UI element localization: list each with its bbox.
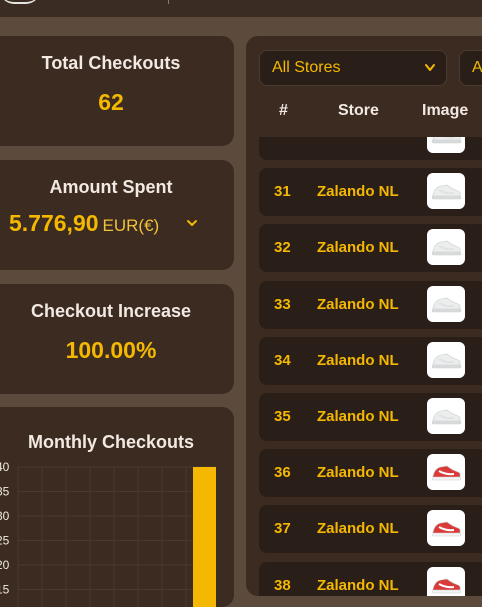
- amount-spent-card: Amount Spent 5.776,90 EUR(€): [0, 160, 234, 270]
- total-checkouts-card: Total Checkouts 62: [0, 36, 234, 146]
- chevron-down-icon: [425, 64, 435, 71]
- y-tick-label: 40: [0, 460, 10, 474]
- table-row[interactable]: 37 Zalando NL: [259, 505, 482, 554]
- row-number: 33: [274, 295, 291, 313]
- table-body[interactable]: 31 Zalando NL 32 Zalando NL 33 Zalando NL 34 Za…: [246, 137, 482, 596]
- row-store: Zalando NL: [317, 408, 399, 425]
- divider: [168, 0, 169, 4]
- total-checkouts-value: 62: [98, 89, 124, 115]
- amount-spent-title: Amount Spent: [49, 177, 173, 197]
- row-number: 37: [274, 520, 291, 538]
- white-sneaker-icon[interactable]: [427, 285, 465, 322]
- y-tick-label: 30: [0, 509, 10, 523]
- red-sneaker-icon[interactable]: [427, 454, 465, 491]
- secondary-filter-value: A: [472, 59, 482, 76]
- white-sneaker-icon[interactable]: [427, 173, 465, 210]
- amount-spent-value: 5.776,90 EUR(€): [9, 210, 159, 237]
- top-bar: [0, 0, 482, 17]
- table-row[interactable]: 34 Zalando NL: [259, 336, 482, 385]
- row-store: Zalando NL: [317, 183, 399, 201]
- y-tick-label: 35: [0, 485, 10, 499]
- column-header-image: Image: [422, 102, 469, 119]
- row-number: 34: [274, 351, 291, 369]
- row-store: Zalando NL: [317, 239, 399, 257]
- monthly-checkouts-card: Monthly Checkouts 403530252015: [0, 407, 234, 607]
- currency-label: EUR(€): [102, 216, 160, 235]
- total-checkouts-title: Total Checkouts: [41, 53, 181, 73]
- monthly-checkouts-chart: 40 35 30 25 20 15: [0, 460, 216, 607]
- row-number: 35: [274, 408, 291, 425]
- table-row[interactable]: 31 Zalando NL: [259, 168, 482, 217]
- checkouts-table-card: All Stores A # Store Image 31 Zalando NL 3…: [246, 36, 482, 596]
- table-row[interactable]: 33 Zalando NL: [259, 280, 482, 329]
- row-number: 31: [274, 183, 291, 201]
- row-store: Zalando NL: [317, 464, 399, 482]
- white-sneaker-icon[interactable]: [427, 229, 465, 266]
- checkout-increase-title: Checkout Increase: [30, 301, 192, 321]
- table-row[interactable]: 38 Zalando NL: [259, 561, 482, 596]
- currency-chevron-down-icon[interactable]: [185, 218, 199, 228]
- row-number: 32: [274, 239, 291, 257]
- chart-bar[interactable]: [193, 467, 216, 607]
- table-row[interactable]: 35 Zalando NL: [259, 393, 482, 441]
- secondary-filter-select[interactable]: A: [459, 50, 482, 86]
- avatar[interactable]: [0, 0, 40, 4]
- checkout-increase-value: 100.00%: [65, 337, 157, 363]
- column-header-store: Store: [338, 102, 379, 119]
- row-store: Zalando NL: [317, 576, 399, 594]
- red-sneaker-icon[interactable]: [427, 566, 465, 596]
- column-header-number: #: [279, 102, 288, 119]
- y-tick-label: 15: [0, 583, 10, 597]
- row-number: 36: [274, 464, 291, 482]
- red-sneaker-icon[interactable]: [427, 510, 465, 547]
- table-row[interactable]: 32 Zalando NL: [259, 224, 482, 273]
- row-store: Zalando NL: [317, 351, 399, 369]
- table-row[interactable]: [259, 137, 482, 160]
- row-number: 38: [274, 576, 291, 594]
- white-sneaker-icon[interactable]: [427, 398, 465, 434]
- white-sneaker-icon[interactable]: [427, 341, 465, 378]
- store-filter-select[interactable]: All Stores: [259, 50, 447, 86]
- y-tick-label: 25: [0, 534, 10, 548]
- amount-value: 5.776,90: [9, 210, 99, 236]
- row-store: Zalando NL: [317, 520, 399, 538]
- store-filter-value: All Stores: [272, 59, 341, 76]
- y-tick-label: 20: [0, 558, 10, 572]
- row-store: Zalando NL: [317, 295, 399, 313]
- checkout-increase-card: Checkout Increase 100.00%: [0, 284, 234, 394]
- white-sneaker-icon[interactable]: [427, 137, 465, 153]
- table-row[interactable]: 36 Zalando NL: [259, 449, 482, 498]
